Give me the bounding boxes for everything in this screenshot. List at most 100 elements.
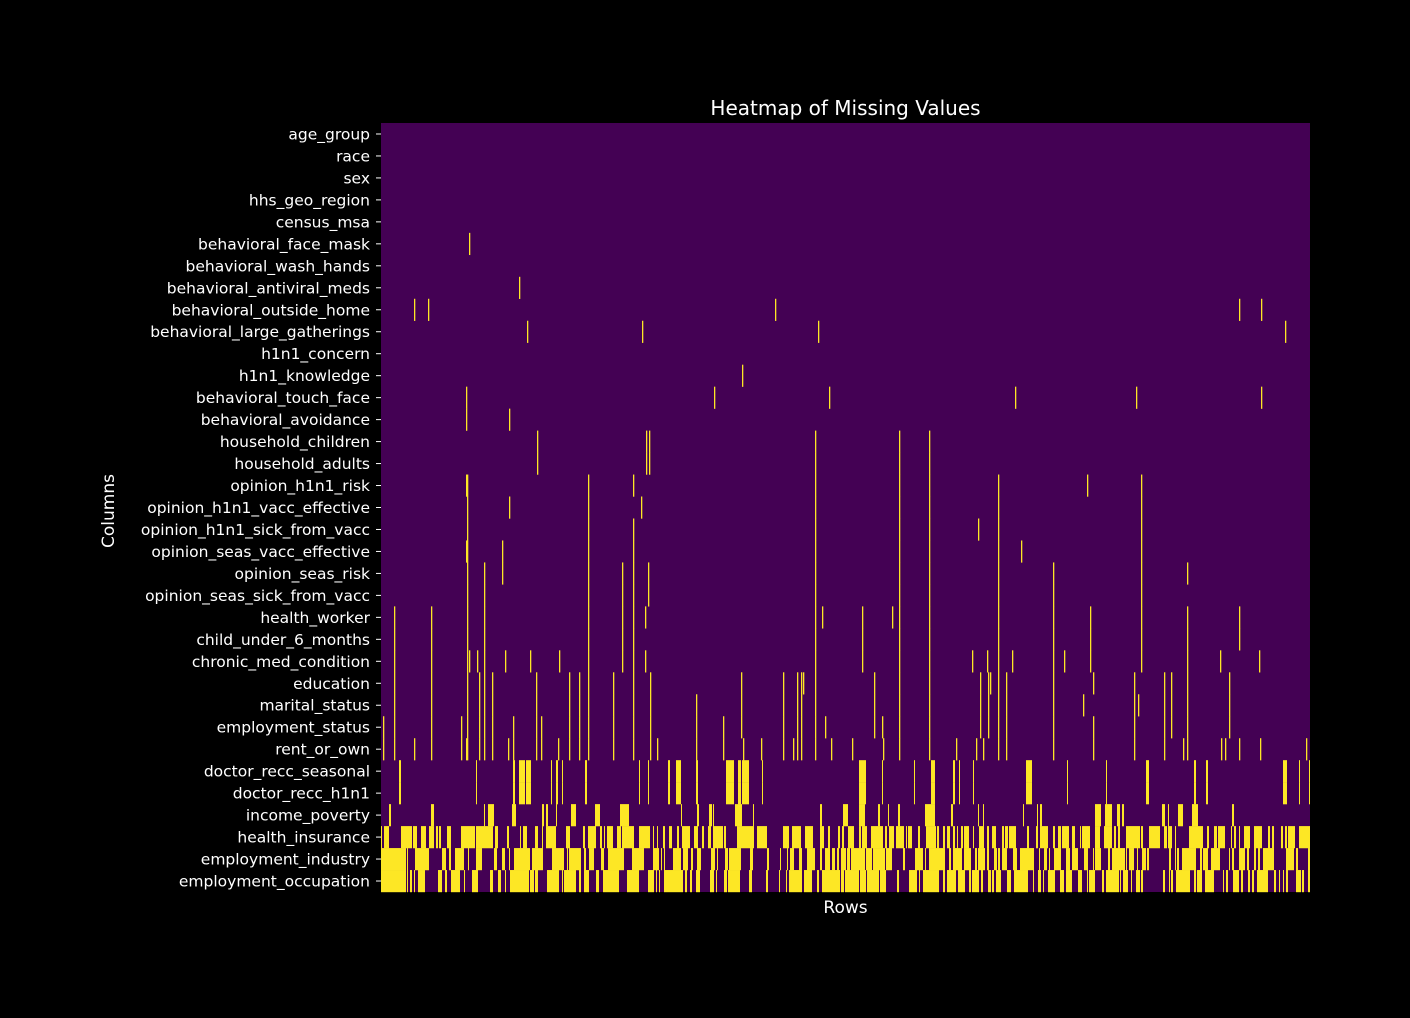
missing-cell (949, 826, 950, 849)
missing-cell (1050, 870, 1052, 893)
missing-cell (650, 694, 652, 717)
missing-cell (829, 870, 830, 893)
missing-cell (1309, 782, 1310, 805)
missing-cell (998, 694, 1000, 717)
missing-cell (1015, 386, 1017, 409)
missing-cell (873, 826, 874, 849)
missing-cell (489, 804, 494, 827)
missing-cell (646, 430, 648, 453)
missing-cell (633, 826, 634, 849)
missing-cell (556, 760, 558, 783)
missing-cell (955, 848, 957, 871)
missing-cell (885, 826, 887, 849)
missing-cell (783, 694, 785, 717)
missing-cell (815, 518, 817, 541)
missing-cell (673, 848, 680, 871)
missing-cell (473, 826, 475, 849)
missing-cell (738, 782, 741, 805)
missing-cell (386, 826, 387, 849)
missing-cell (757, 826, 758, 849)
missing-cell (1308, 848, 1309, 871)
missing-cell (1239, 826, 1240, 849)
missing-cell (619, 826, 621, 849)
missing-cell (1093, 672, 1095, 695)
missing-cell (825, 716, 827, 739)
missing-cell (998, 584, 1000, 607)
missing-cell (915, 848, 918, 871)
missing-cell (983, 738, 985, 761)
missing-cell (464, 826, 465, 849)
missing-cell (711, 848, 713, 871)
missing-cell (439, 826, 441, 849)
missing-cell (1177, 848, 1178, 871)
missing-cell (929, 738, 931, 761)
missing-cell (973, 782, 974, 805)
missing-cell (413, 826, 415, 849)
missing-cell (957, 848, 959, 871)
missing-cell (949, 848, 950, 871)
missing-cell (1067, 760, 1068, 783)
missing-cell (1146, 760, 1149, 783)
missing-cell (1259, 650, 1261, 673)
missing-cell (926, 804, 933, 827)
missing-cell (1083, 694, 1085, 717)
missing-cell (622, 650, 624, 673)
missing-cell (1006, 672, 1008, 695)
missing-cell (572, 804, 576, 827)
missing-cell (502, 540, 504, 563)
missing-cell (929, 716, 931, 739)
missing-cell (1054, 848, 1056, 871)
y-tick-label: h1n1_knowledge (239, 367, 370, 386)
missing-cell (463, 826, 464, 849)
missing-cell (926, 826, 927, 849)
missing-cell (1170, 826, 1172, 849)
missing-cell (512, 804, 516, 827)
missing-cell (916, 870, 917, 893)
missing-cell (445, 870, 447, 893)
missing-cell (862, 650, 864, 673)
missing-cell (1134, 716, 1136, 739)
missing-cell (1187, 628, 1189, 651)
y-tick-label: behavioral_wash_hands (186, 257, 370, 276)
missing-cell (605, 870, 611, 893)
missing-cell (601, 848, 604, 871)
missing-cell (858, 870, 859, 893)
missing-cell (484, 562, 486, 585)
missing-cell (459, 870, 460, 893)
missing-cell (633, 540, 635, 563)
missing-cell (484, 628, 486, 651)
missing-cell (467, 540, 469, 563)
missing-cell (898, 804, 900, 827)
missing-cell (987, 848, 989, 871)
missing-cell (766, 870, 768, 893)
missing-cell (1093, 738, 1095, 761)
missing-cell (468, 826, 470, 849)
missing-cell (421, 826, 426, 849)
missing-cell (467, 518, 469, 541)
missing-cell (648, 782, 649, 805)
missing-cell (1014, 870, 1021, 893)
missing-cell (1044, 848, 1045, 871)
missing-cell (929, 452, 931, 475)
missing-cell (670, 870, 677, 893)
missing-cell (815, 562, 817, 585)
missing-cell (874, 716, 876, 739)
missing-cell (1141, 496, 1143, 519)
missing-cell (1263, 870, 1267, 893)
missing-cell (929, 606, 931, 629)
missing-cell (871, 826, 873, 849)
missing-cell (929, 584, 931, 607)
missing-cell (1102, 870, 1103, 893)
missing-cell (799, 848, 802, 871)
y-tick-label: employment_occupation (179, 873, 370, 892)
missing-cell (929, 540, 931, 563)
missing-cell (739, 848, 740, 871)
missing-cell (1281, 826, 1283, 849)
missing-cell (953, 826, 955, 849)
missing-cell (627, 870, 628, 893)
missing-cell (400, 870, 406, 893)
missing-cell (947, 826, 949, 849)
missing-cell (943, 870, 944, 893)
missing-cell (1175, 826, 1176, 849)
missing-cell (937, 826, 939, 849)
